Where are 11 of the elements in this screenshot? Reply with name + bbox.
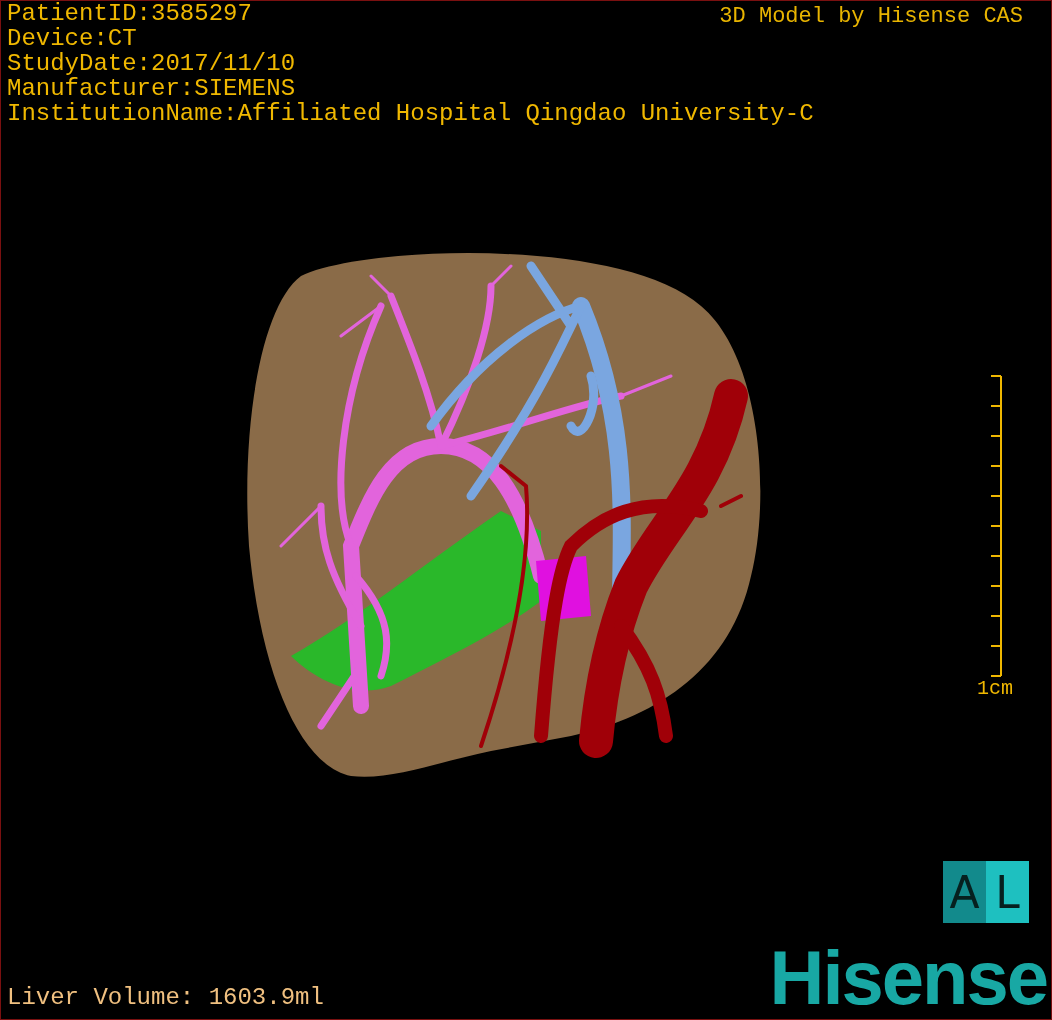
info-text: Manufacturer:SIEMENS [7, 76, 296, 101]
viewer-title: 3D Model by Hisense CAS [719, 3, 1023, 31]
info-text: StudyDate:2017/11/10 [7, 51, 296, 76]
brand-logo: Hisense [769, 943, 1047, 1013]
info-text: PatientID:3585297 [7, 1, 252, 26]
volume-text: Liver Volume: 1603.9ml [7, 983, 324, 1013]
orientation-letter: L [986, 861, 1029, 923]
info-text: Device:CT [7, 26, 137, 51]
info-text: InstitutionName:Affiliated Hospital Qingdao University-C [7, 101, 814, 126]
orientation-letter: A [943, 861, 986, 923]
scale-label: 1cm [977, 677, 1013, 701]
